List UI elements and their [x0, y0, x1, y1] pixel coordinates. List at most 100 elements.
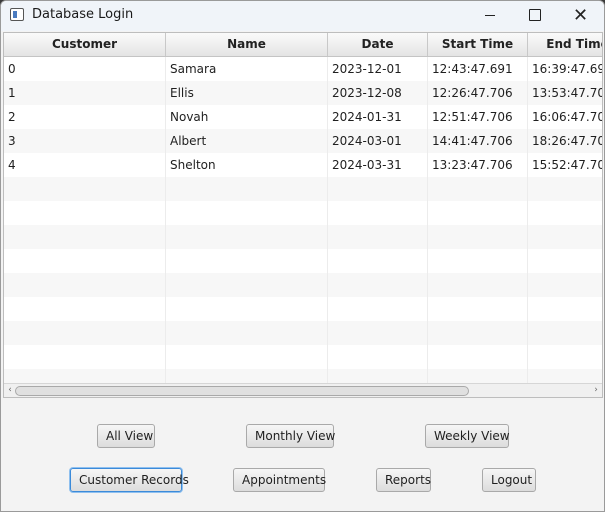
cell-end-time: 18:26:47.706	[528, 129, 602, 153]
column-header-date[interactable]: Date	[328, 33, 428, 56]
logout-button[interactable]: Logout	[482, 468, 536, 492]
cell-date	[328, 345, 428, 369]
appointments-button[interactable]: Appointments	[233, 468, 326, 492]
cell-end-time	[528, 201, 602, 225]
cell-name: Albert	[166, 129, 328, 153]
cell-name	[166, 249, 328, 273]
cell-start-time: 12:26:47.706	[428, 81, 528, 105]
cell-start-time	[428, 201, 528, 225]
cell-customer	[4, 249, 166, 273]
empty-table-row[interactable]	[4, 177, 602, 201]
horizontal-scrollbar[interactable]: ‹ ›	[4, 383, 602, 397]
table-row[interactable]: 0Samara2023-12-0112:43:47.69116:39:47.69…	[4, 57, 602, 81]
scroll-left-arrow-icon[interactable]: ‹	[5, 384, 15, 397]
customer-records-button[interactable]: Customer Records	[70, 468, 189, 492]
cell-customer	[4, 201, 166, 225]
cell-name	[166, 297, 328, 321]
cell-date	[328, 273, 428, 297]
scrollbar-thumb[interactable]	[15, 386, 469, 396]
column-header-end-time[interactable]: End Time	[528, 33, 602, 56]
cell-start-time: 12:43:47.691	[428, 57, 528, 81]
cell-customer	[4, 297, 166, 321]
empty-table-row[interactable]	[4, 345, 602, 369]
cell-date	[328, 177, 428, 201]
cell-customer: 4	[4, 153, 166, 177]
empty-table-row[interactable]	[4, 297, 602, 321]
cell-start-time	[428, 273, 528, 297]
cell-start-time	[428, 249, 528, 273]
minimize-icon	[485, 15, 495, 16]
empty-table-row[interactable]	[4, 321, 602, 345]
cell-date	[328, 225, 428, 249]
cell-end-time: 16:39:47.691	[528, 57, 602, 81]
cell-start-time	[428, 177, 528, 201]
cell-name	[166, 321, 328, 345]
cell-customer: 2	[4, 105, 166, 129]
cell-date: 2024-03-31	[328, 153, 428, 177]
empty-table-row[interactable]	[4, 273, 602, 297]
cell-date	[328, 297, 428, 321]
table-header: Customer Name Date Start Time End Time	[4, 33, 602, 57]
cell-name	[166, 201, 328, 225]
cell-customer: 1	[4, 81, 166, 105]
cell-end-time	[528, 273, 602, 297]
cell-customer	[4, 225, 166, 249]
close-icon: ✕	[573, 5, 589, 26]
cell-start-time: 14:41:47.706	[428, 129, 528, 153]
cell-name	[166, 345, 328, 369]
cell-name: Shelton	[166, 153, 328, 177]
table-body: 0Samara2023-12-0112:43:47.69116:39:47.69…	[4, 57, 602, 393]
cell-name	[166, 225, 328, 249]
table-row[interactable]: 3Albert2024-03-0114:41:47.70618:26:47.70…	[4, 129, 602, 153]
cell-end-time	[528, 177, 602, 201]
monthly-view-button[interactable]: Monthly View	[246, 424, 335, 448]
cell-customer: 3	[4, 129, 166, 153]
cell-date: 2023-12-08	[328, 81, 428, 105]
cell-start-time	[428, 225, 528, 249]
window-title: Database Login	[32, 7, 134, 22]
app-icon	[10, 8, 24, 21]
weekly-view-button[interactable]: Weekly View	[425, 424, 510, 448]
cell-end-time	[528, 225, 602, 249]
cell-customer	[4, 273, 166, 297]
empty-table-row[interactable]	[4, 225, 602, 249]
close-button[interactable]: ✕	[558, 1, 604, 31]
cell-name: Ellis	[166, 81, 328, 105]
reports-button[interactable]: Reports	[376, 468, 431, 492]
cell-end-time: 13:53:47.706	[528, 81, 602, 105]
cell-end-time: 15:52:47.706	[528, 153, 602, 177]
table-row[interactable]: 2Novah2024-01-3112:51:47.70616:06:47.706	[4, 105, 602, 129]
cell-name: Novah	[166, 105, 328, 129]
cell-date: 2024-01-31	[328, 105, 428, 129]
maximize-icon	[529, 9, 541, 21]
column-header-name[interactable]: Name	[166, 33, 328, 56]
maximize-button[interactable]	[512, 1, 558, 31]
cell-date: 2024-03-01	[328, 129, 428, 153]
cell-end-time: 16:06:47.706	[528, 105, 602, 129]
cell-name: Samara	[166, 57, 328, 81]
cell-end-time	[528, 345, 602, 369]
cell-start-time	[428, 345, 528, 369]
appointments-table[interactable]: Customer Name Date Start Time End Time 0…	[3, 32, 603, 398]
cell-customer	[4, 177, 166, 201]
cell-date: 2023-12-01	[328, 57, 428, 81]
column-header-start-time[interactable]: Start Time	[428, 33, 528, 56]
table-row[interactable]: 1Ellis2023-12-0812:26:47.70613:53:47.706	[4, 81, 602, 105]
cell-name	[166, 273, 328, 297]
column-header-customer[interactable]: Customer	[4, 33, 166, 56]
cell-end-time	[528, 321, 602, 345]
cell-start-time: 13:23:47.706	[428, 153, 528, 177]
cell-start-time	[428, 297, 528, 321]
app-window: Database Login ✕ Customer Name Date Star…	[0, 0, 605, 512]
scroll-right-arrow-icon[interactable]: ›	[591, 384, 601, 397]
empty-table-row[interactable]	[4, 249, 602, 273]
minimize-button[interactable]	[466, 1, 512, 31]
cell-date	[328, 321, 428, 345]
cell-end-time	[528, 249, 602, 273]
all-view-button[interactable]: All View	[97, 424, 155, 448]
table-row[interactable]: 4 Shelton 2024-03-31 13:23:47.706 15:52:47.7…	[4, 153, 602, 177]
cell-start-time	[428, 321, 528, 345]
empty-table-row[interactable]	[4, 201, 602, 225]
cell-customer: 0	[4, 57, 166, 81]
title-bar[interactable]: Database Login ✕	[1, 1, 604, 31]
